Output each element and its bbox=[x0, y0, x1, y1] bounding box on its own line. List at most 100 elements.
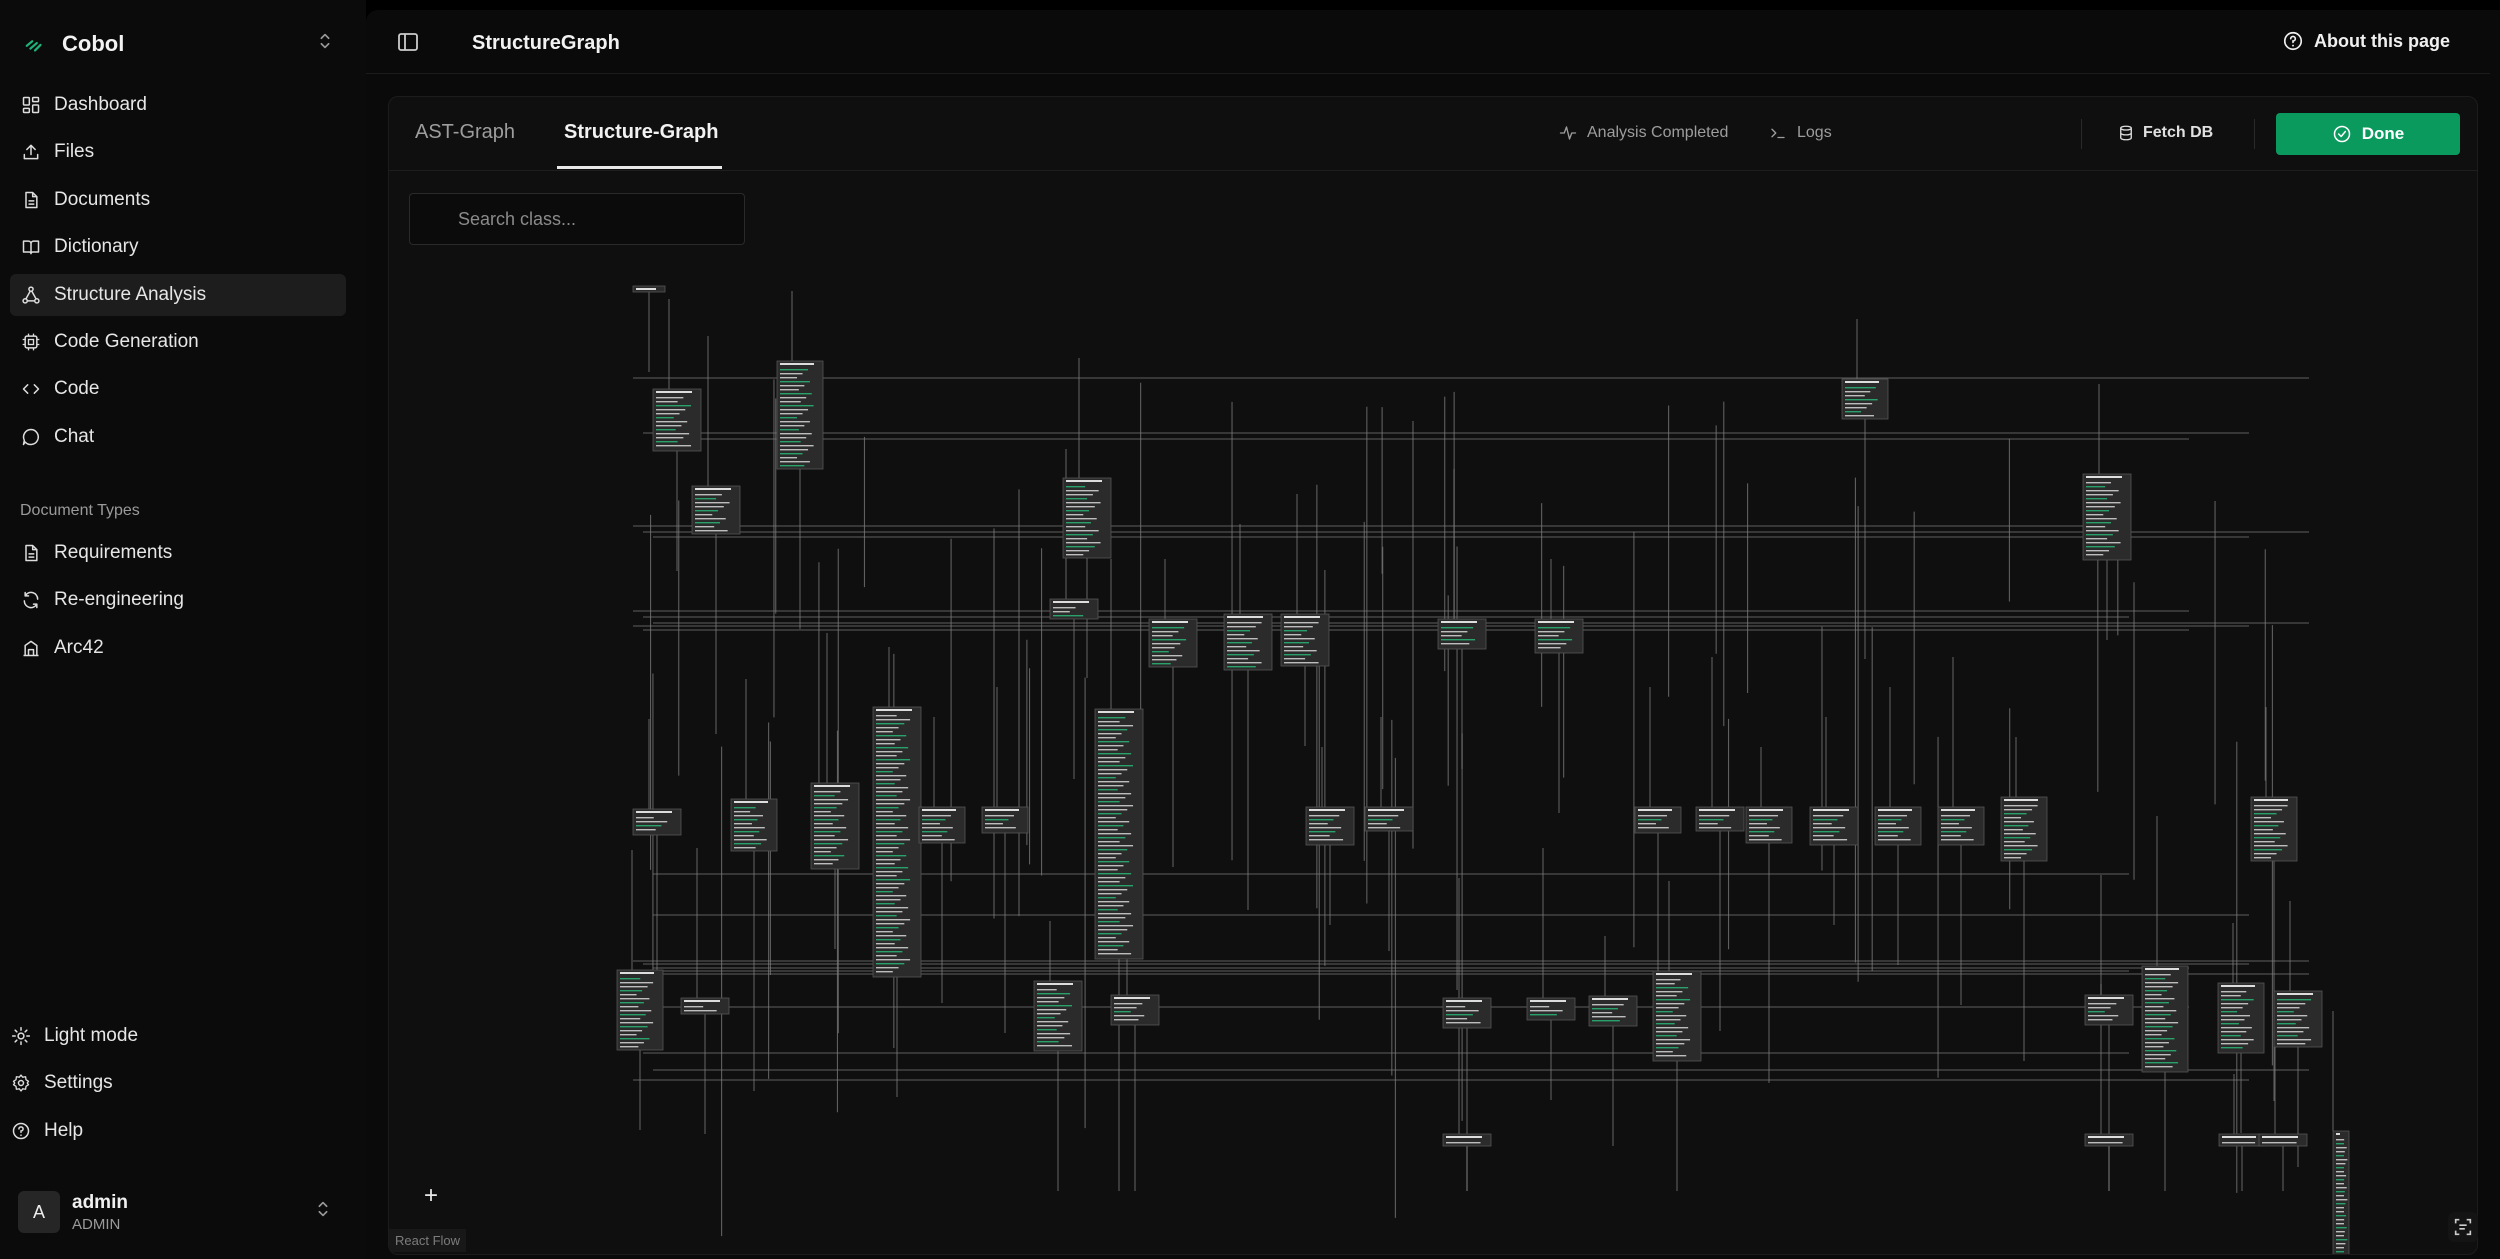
gear-icon bbox=[10, 1072, 32, 1094]
class-node[interactable] bbox=[1364, 806, 1414, 832]
class-node[interactable] bbox=[2217, 982, 2265, 1054]
class-node[interactable] bbox=[2141, 965, 2189, 1073]
sidebar-item-re-engineering[interactable]: Re-engineering bbox=[10, 579, 346, 621]
class-node[interactable] bbox=[2084, 994, 2134, 1026]
class-node[interactable] bbox=[2082, 473, 2132, 561]
tab-structure-graph[interactable]: Structure-Graph bbox=[564, 121, 718, 144]
class-node[interactable] bbox=[1049, 598, 1099, 620]
class-node[interactable] bbox=[1305, 806, 1355, 846]
class-node[interactable] bbox=[1695, 806, 1745, 832]
done-button[interactable]: Done bbox=[2276, 113, 2460, 155]
sidebar-item-dashboard[interactable]: Dashboard bbox=[10, 84, 346, 126]
about-page-link[interactable]: About this page bbox=[2282, 30, 2450, 52]
zoom-in-button[interactable]: + bbox=[413, 1179, 449, 1213]
database-icon bbox=[2120, 125, 2132, 141]
class-node[interactable] bbox=[1841, 378, 1889, 420]
user-menu[interactable]: A admin ADMIN bbox=[18, 1188, 338, 1236]
class-node[interactable] bbox=[1148, 618, 1198, 668]
sidebar-item-code-generation[interactable]: Code Generation bbox=[10, 321, 346, 363]
class-node[interactable] bbox=[981, 806, 1029, 834]
user-name: admin bbox=[72, 1191, 128, 1213]
class-node[interactable] bbox=[1437, 618, 1487, 650]
building-icon bbox=[20, 637, 42, 659]
tab-ast-graph[interactable]: AST-Graph bbox=[415, 121, 515, 144]
class-node[interactable] bbox=[1937, 806, 1985, 846]
sidebar-item-settings[interactable]: Settings bbox=[0, 1062, 346, 1104]
class-node[interactable] bbox=[2084, 1133, 2134, 1147]
sidebar-item-label: Documents bbox=[54, 188, 151, 210]
class-node[interactable] bbox=[1809, 806, 1859, 846]
class-node[interactable] bbox=[652, 388, 702, 452]
chat-icon bbox=[20, 426, 42, 448]
sidebar-toggle-icon[interactable] bbox=[396, 30, 422, 56]
class-node[interactable] bbox=[2250, 796, 2298, 862]
class-node[interactable] bbox=[810, 782, 860, 870]
workspace-switcher[interactable]: Cobol bbox=[20, 22, 340, 66]
sidebar: Cobol Dashboard Files Documents Dictiona… bbox=[0, 0, 366, 1259]
class-node[interactable] bbox=[632, 808, 682, 836]
class-node[interactable] bbox=[1652, 970, 1702, 1062]
sidebar-item-code[interactable]: Code bbox=[10, 368, 346, 410]
class-node[interactable] bbox=[2332, 1130, 2350, 1255]
help-label: Help bbox=[44, 1119, 84, 1141]
divider bbox=[2081, 119, 2082, 149]
class-node[interactable] bbox=[730, 798, 778, 852]
logs-button[interactable]: Logs bbox=[1769, 124, 1832, 142]
class-node[interactable] bbox=[1223, 613, 1273, 671]
light-mode-toggle[interactable]: Light mode bbox=[0, 1015, 346, 1057]
class-node[interactable] bbox=[616, 969, 664, 1051]
sidebar-item-label: Dashboard bbox=[54, 94, 147, 115]
class-node[interactable] bbox=[1110, 994, 1160, 1026]
class-node[interactable] bbox=[1874, 806, 1922, 846]
sidebar-item-dictionary[interactable]: Dictionary bbox=[10, 226, 346, 268]
sidebar-item-files[interactable]: Files bbox=[10, 131, 346, 173]
class-node[interactable] bbox=[1094, 708, 1144, 960]
class-node[interactable] bbox=[918, 806, 966, 844]
structure-icon bbox=[20, 284, 42, 306]
class-node[interactable] bbox=[776, 360, 824, 470]
help-icon bbox=[2283, 31, 2303, 51]
user-role: ADMIN bbox=[72, 1215, 121, 1233]
class-node[interactable] bbox=[1033, 980, 1083, 1052]
sidebar-item-arc42[interactable]: Arc42 bbox=[10, 627, 346, 669]
fetch-db-button[interactable]: Fetch DB bbox=[2117, 124, 2213, 142]
class-node[interactable] bbox=[872, 706, 922, 978]
class-node[interactable] bbox=[1534, 618, 1584, 654]
app-name: Cobol bbox=[62, 31, 125, 56]
graph-canvas[interactable]: + – bbox=[389, 171, 2478, 1255]
chevron-updown-icon bbox=[314, 30, 340, 58]
structure-graph[interactable] bbox=[389, 171, 2478, 1255]
scan-icon[interactable] bbox=[2448, 1212, 2478, 1242]
sidebar-item-label: Dictionary bbox=[54, 236, 139, 258]
class-node[interactable] bbox=[1526, 997, 1576, 1021]
class-node[interactable] bbox=[2218, 1133, 2266, 1147]
class-node[interactable] bbox=[1745, 806, 1793, 844]
sidebar-item-documents[interactable]: Documents bbox=[10, 179, 346, 221]
sidebar-item-label: Code bbox=[54, 378, 100, 400]
class-node[interactable] bbox=[1442, 1133, 1492, 1147]
sidebar-item-label: Requirements bbox=[54, 542, 173, 563]
light-mode-label: Light mode bbox=[44, 1025, 139, 1046]
class-node[interactable] bbox=[1280, 613, 1330, 667]
class-node[interactable] bbox=[1062, 477, 1112, 559]
fetch-label: Fetch DB bbox=[2143, 124, 2214, 141]
class-node[interactable] bbox=[1442, 997, 1492, 1029]
class-node[interactable] bbox=[2258, 1133, 2308, 1147]
react-flow-attribution[interactable]: React Flow bbox=[389, 1229, 467, 1252]
sidebar-item-requirements[interactable]: Requirements bbox=[10, 532, 346, 574]
class-node[interactable] bbox=[1634, 806, 1682, 834]
class-node[interactable] bbox=[680, 997, 730, 1015]
done-label: Done bbox=[2361, 124, 2405, 143]
document-icon bbox=[20, 189, 42, 211]
class-node[interactable] bbox=[1588, 995, 1638, 1027]
class-node[interactable] bbox=[632, 285, 666, 293]
sidebar-item-structure-analysis[interactable]: Structure Analysis bbox=[10, 273, 346, 316]
search-input[interactable] bbox=[409, 193, 745, 245]
class-node[interactable] bbox=[691, 485, 741, 535]
settings-label: Settings bbox=[44, 1072, 113, 1094]
class-node[interactable] bbox=[2273, 990, 2323, 1048]
analysis-status: Analysis Completed bbox=[1559, 124, 1728, 142]
sidebar-item-help[interactable]: Help bbox=[0, 1110, 346, 1152]
class-node[interactable] bbox=[2000, 796, 2048, 862]
sidebar-item-chat[interactable]: Chat bbox=[10, 416, 346, 458]
